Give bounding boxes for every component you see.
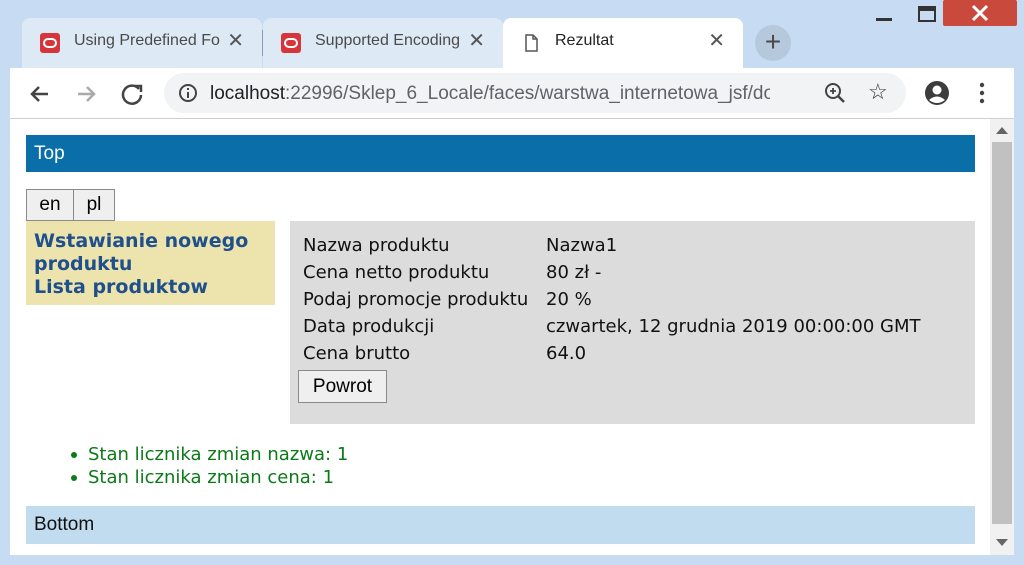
info-icon[interactable] — [178, 83, 198, 103]
product-list-link[interactable]: Lista produktow — [34, 276, 267, 299]
bottom-banner: Bottom — [26, 506, 975, 544]
detail-row: Data produkcji czwartek, 12 grudnia 2019… — [303, 316, 921, 337]
oracle-icon — [281, 33, 301, 53]
detail-value: 20 % — [546, 289, 592, 310]
tab-label: Rezultat — [555, 32, 614, 49]
profile-icon[interactable] — [924, 80, 950, 106]
left-navigation: Wstawianie nowego produktu Lista produkt… — [26, 221, 275, 305]
insert-product-link[interactable]: Wstawianie nowego produktu — [34, 230, 267, 276]
window-frame-right — [1014, 68, 1024, 565]
document-icon — [525, 34, 538, 52]
window-close-icon[interactable] — [943, 0, 1017, 30]
url-path: :22996/Sklep_6_Locale/faces/warstwa_inte… — [285, 83, 770, 104]
browser-toolbar: localhost:22996/Sklep_6_Locale/faces/war… — [0, 68, 1024, 119]
detail-value: czwartek, 12 grudnia 2019 00:00:00 GMT — [546, 316, 921, 337]
close-icon[interactable]: ✕ — [227, 31, 244, 51]
detail-value: 64.0 — [546, 343, 587, 364]
scroll-up-arrow-icon[interactable] — [996, 127, 1008, 134]
detail-row: Cena brutto 64.0 — [303, 343, 586, 364]
url-text[interactable]: localhost:22996/Sklep_6_Locale/faces/war… — [210, 83, 770, 105]
new-tab-button[interactable]: + — [755, 25, 791, 61]
back-button[interactable]: Powrot — [298, 370, 387, 403]
window-frame-left — [0, 68, 10, 565]
oracle-icon — [40, 33, 60, 53]
lang-pl-button[interactable]: pl — [73, 189, 115, 221]
tab-label: Supported Encoding — [315, 32, 460, 49]
browser-titlebar: Using Predefined Fo ✕ Supported Encoding… — [0, 0, 1024, 68]
vertical-scrollbar[interactable] — [990, 119, 1014, 555]
detail-label: Data produkcji — [303, 316, 435, 337]
top-banner: Top — [26, 135, 975, 172]
close-icon[interactable]: ✕ — [708, 31, 725, 51]
detail-label: Nazwa produktu — [303, 235, 450, 256]
tab-rezultat[interactable]: Rezultat ✕ — [503, 18, 743, 68]
list-item: Stan licznika zmian cena: 1 — [68, 466, 348, 489]
tab-using-predefined[interactable]: Using Predefined Fo ✕ — [22, 18, 262, 68]
scroll-down-arrow-icon[interactable] — [996, 539, 1008, 546]
forward-arrow-icon[interactable] — [70, 78, 102, 110]
address-bar[interactable]: localhost:22996/Sklep_6_Locale/faces/war… — [164, 73, 906, 113]
list-item: Stan licznika zmian nazwa: 1 — [68, 443, 348, 466]
detail-label: Podaj promocje produktu — [303, 289, 529, 310]
page-viewport: Top en pl Wstawianie nowego produktu Lis… — [10, 119, 989, 555]
star-icon[interactable]: ☆ — [868, 79, 888, 105]
detail-label: Cena netto produktu — [303, 262, 490, 283]
detail-row: Podaj promocje produktu 20 % — [303, 289, 592, 310]
detail-label: Cena brutto — [303, 343, 411, 364]
scroll-thumb[interactable] — [992, 142, 1012, 524]
lang-en-button[interactable]: en — [26, 189, 74, 221]
zoom-icon[interactable] — [824, 82, 846, 104]
more-menu-icon[interactable] — [972, 80, 992, 106]
tab-supported-encoding[interactable]: Supported Encoding ✕ — [263, 18, 503, 68]
detail-row: Nazwa produktu Nazwa1 — [303, 235, 617, 256]
tab-label: Using Predefined Fo — [74, 32, 220, 49]
url-host: localhost — [210, 83, 285, 104]
back-arrow-icon[interactable] — [24, 78, 56, 110]
detail-value: 80 zł - — [546, 262, 602, 283]
product-details-panel: Nazwa produktu Nazwa1 Cena netto produkt… — [290, 221, 975, 424]
change-counters-list: Stan licznika zmian nazwa: 1 Stan liczni… — [68, 443, 348, 489]
reload-icon[interactable] — [116, 78, 148, 110]
close-icon[interactable]: ✕ — [468, 31, 485, 51]
detail-value: Nazwa1 — [546, 235, 618, 256]
window-frame-bottom — [0, 555, 1024, 565]
detail-row: Cena netto produktu 80 zł - — [303, 262, 601, 283]
